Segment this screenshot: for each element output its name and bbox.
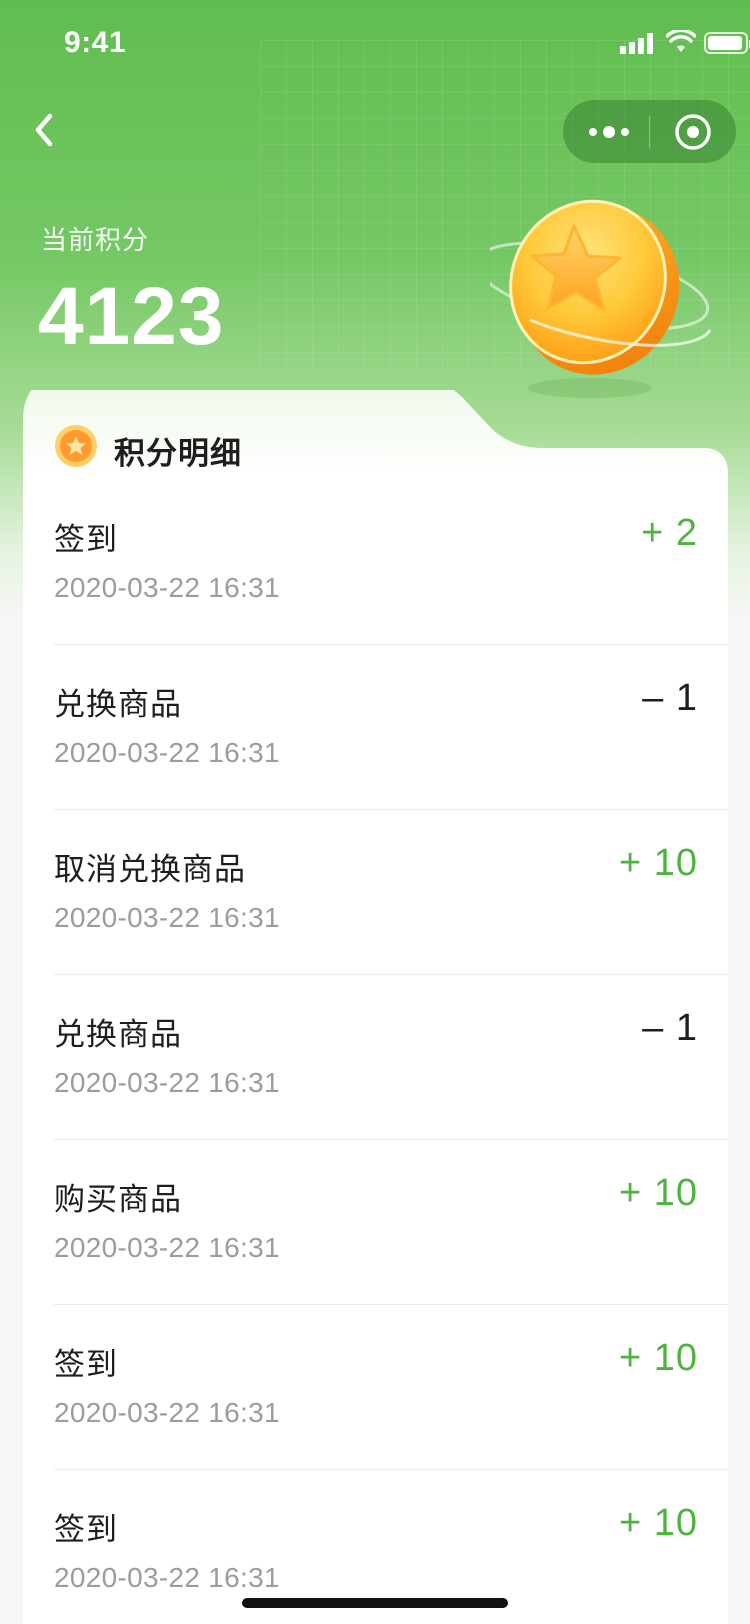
item-title: 签到 (54, 1512, 118, 1547)
list-item[interactable]: 兑换商品 2020-03-22 16:31 – 1 (23, 975, 728, 1140)
item-amount: – 1 (642, 1007, 698, 1049)
list-item[interactable]: 签到 2020-03-22 16:31 + 2 (23, 480, 728, 645)
item-title: 取消兑换商品 (54, 852, 246, 887)
item-title: 兑换商品 (54, 687, 182, 722)
item-amount: + 10 (618, 1337, 698, 1379)
list-item[interactable]: 取消兑换商品 2020-03-22 16:31 + 10 (23, 810, 728, 975)
item-title: 签到 (54, 522, 118, 557)
list-item[interactable]: 兑换商品 2020-03-22 16:31 – 1 (23, 645, 728, 810)
card-title: 积分明细 (114, 436, 242, 471)
list-item[interactable]: 购买商品 2020-03-22 16:31 + 10 (23, 1140, 728, 1305)
home-indicator (242, 1598, 508, 1608)
item-amount: + 10 (618, 1502, 698, 1544)
item-amount: + 10 (618, 1172, 698, 1214)
item-title: 签到 (54, 1347, 118, 1382)
item-time: 2020-03-22 16:31 (54, 737, 280, 768)
wifi-icon (666, 30, 696, 52)
capsule-divider (649, 116, 650, 148)
signal-icon (620, 32, 656, 54)
mini-program-capsule (563, 100, 736, 163)
points-list: 签到 2020-03-22 16:31 + 2 兑换商品 2020-03-22 … (23, 480, 728, 1624)
back-arrow-icon[interactable] (26, 108, 66, 152)
item-time: 2020-03-22 16:31 (54, 1232, 280, 1263)
item-time: 2020-03-22 16:31 (54, 902, 280, 933)
points-value: 4123 (38, 271, 225, 362)
item-time: 2020-03-22 16:31 (54, 1397, 280, 1428)
more-dots-icon[interactable] (589, 122, 633, 142)
coin-star-icon (490, 199, 712, 398)
status-time: 9:41 (64, 26, 127, 59)
points-label: 当前积分 (41, 225, 150, 255)
item-title: 购买商品 (54, 1182, 182, 1217)
item-amount: + 10 (618, 842, 698, 884)
item-title: 兑换商品 (54, 1017, 182, 1052)
item-time: 2020-03-22 16:31 (54, 1067, 280, 1098)
item-time: 2020-03-22 16:31 (54, 1562, 280, 1593)
coin-badge-icon (55, 425, 97, 467)
battery-icon (704, 32, 750, 54)
item-time: 2020-03-22 16:31 (54, 572, 280, 603)
close-target-icon[interactable] (673, 112, 713, 152)
item-amount: + 2 (641, 512, 698, 554)
item-amount: – 1 (642, 677, 698, 719)
list-item[interactable]: 签到 2020-03-22 16:31 + 10 (23, 1305, 728, 1470)
